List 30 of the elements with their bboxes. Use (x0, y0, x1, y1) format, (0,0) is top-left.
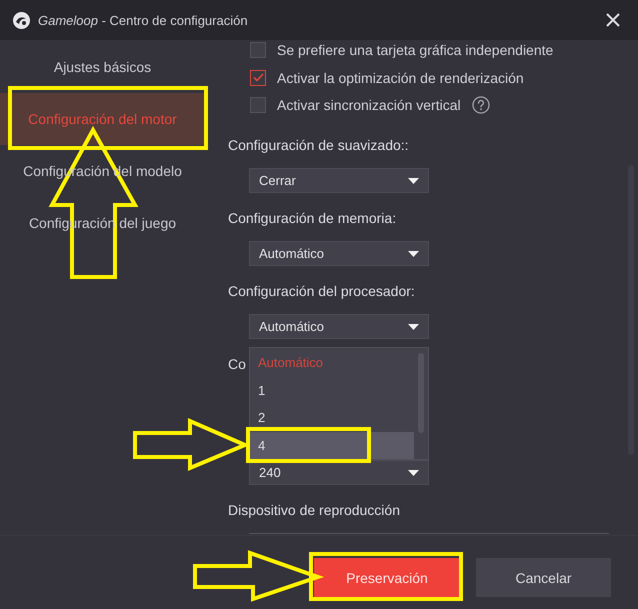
caret-icon (408, 470, 419, 476)
checkbox-label: Activar la optimización de renderización (277, 70, 524, 86)
caret-icon (408, 178, 419, 184)
checkbox[interactable] (250, 42, 266, 58)
dropdown-option[interactable]: 4 (250, 432, 414, 459)
cancel-button[interactable]: Cancelar (476, 558, 611, 597)
dropdown-select[interactable]: 240 (249, 460, 429, 485)
checkbox[interactable] (250, 70, 266, 86)
close-button[interactable] (606, 13, 620, 27)
checkbox-label: Se prefiere una tarjeta gráfica independiente (277, 42, 554, 58)
dropdown-select[interactable]: Cerrar (249, 168, 429, 193)
window-title: Gameloop - Centro de configuración (38, 12, 249, 28)
setting-label: Configuración de memoria: (228, 209, 396, 227)
close-icon (606, 13, 620, 27)
caret-icon (408, 324, 419, 330)
check-icon (252, 73, 264, 82)
dropdown-option[interactable]: 2 (250, 404, 414, 432)
help-icon[interactable] (472, 96, 490, 114)
setting-label: Co (228, 355, 246, 373)
setting-label: Dispositivo de reproducción (228, 501, 400, 519)
setting-label: Configuración de suavizado:: (228, 136, 409, 154)
logo-icon (13, 12, 30, 28)
checkbox-label: Activar sincronización vertical (277, 97, 461, 113)
setting-label: Configuración del procesador: (228, 282, 415, 300)
sidebar-item[interactable]: Ajustes básicos (0, 41, 205, 93)
checkbox[interactable] (250, 97, 266, 113)
dropdown-select[interactable]: Automático (249, 241, 429, 266)
caret-icon (408, 250, 419, 256)
dropdown-select[interactable]: Automático (249, 314, 429, 339)
dropdown-option[interactable]: 1 (250, 376, 414, 404)
